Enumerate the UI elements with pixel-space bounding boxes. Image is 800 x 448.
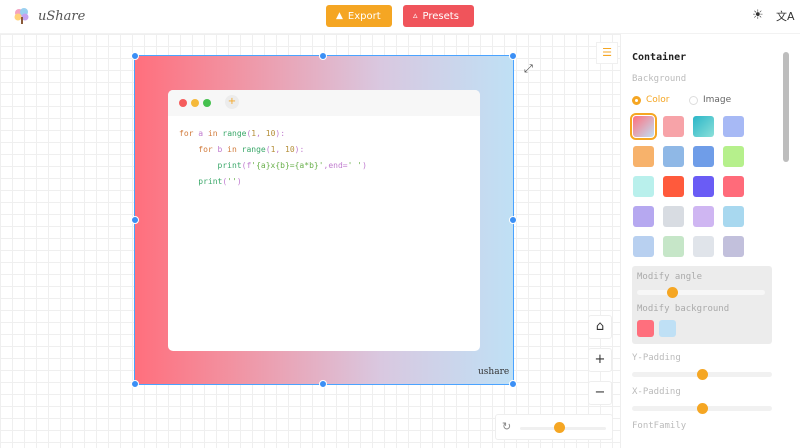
watermark-text: ushare [478,367,510,377]
radio-image-label: Image [703,95,732,105]
y-padding-label: Y-Padding [632,353,681,363]
angle-slider-knob[interactable] [666,287,678,298]
presets-button[interactable]: ▵ Presets [403,5,474,27]
color-swatch[interactable] [630,113,657,140]
y-padding-knob[interactable] [697,369,708,380]
export-label: Export [347,10,381,22]
radio-color[interactable]: Color [632,95,670,105]
color-swatch[interactable] [663,236,684,257]
top-bar: uShare ▲ Export ▵ Presets ☀ 文A [0,0,800,34]
color-swatch[interactable] [723,176,744,197]
zoom-slider-control[interactable]: ↻ [495,414,613,440]
color-swatch[interactable] [663,146,684,167]
color-swatch[interactable] [723,116,744,137]
font-family-label: FontFamily [632,421,687,431]
translate-icon[interactable]: 文A [776,8,795,24]
code-line: print(f'{a}x{b}={a*b}',end=' ') [217,161,367,170]
close-dot-icon [179,99,187,107]
resize-handle[interactable] [509,380,517,388]
color-swatch[interactable] [663,116,684,137]
zoom-slider-knob[interactable] [553,422,565,433]
maximize-dot-icon [203,99,211,107]
resize-handle[interactable] [319,52,327,60]
resize-handle[interactable] [131,380,139,388]
panel-toggle-icon[interactable]: ☰ [596,42,618,64]
modify-angle-label: Modify angle [637,272,703,282]
section-title: Container [632,52,687,63]
window-title-bar: + [168,90,480,116]
resize-handle[interactable] [131,216,139,224]
angle-slider-track[interactable] [637,290,765,295]
color-swatch[interactable] [633,146,654,167]
color-swatch[interactable] [723,236,744,257]
color-swatch[interactable] [693,236,714,257]
app-logo[interactable]: uShare [12,6,85,26]
color-swatch[interactable] [633,176,654,197]
modify-background-label: Modify background [637,304,730,314]
color-swatch[interactable] [693,176,714,197]
code-block[interactable]: for a in range(1, 10): for b in range(1,… [179,126,367,190]
radio-circle-icon [632,95,641,105]
radio-color-label: Color [646,95,670,105]
color-swatch[interactable] [723,146,744,167]
code-window[interactable]: + for a in range(1, 10): for b in range(… [168,90,480,351]
resize-handle[interactable] [509,216,517,224]
app-name: uShare [38,8,86,24]
theme-toggle-sun-icon[interactable]: ☀ [752,8,764,23]
presets-label: Presets [422,10,459,22]
tree-logo-icon [12,6,32,26]
resize-handle[interactable] [131,52,139,60]
color-swatch[interactable] [663,206,684,227]
zoom-in-icon[interactable]: + [588,348,612,372]
code-line: for a in range(1, 10): [179,129,286,138]
background-label: Background [632,74,687,84]
modify-panel: Modify angle Modify background [632,266,772,344]
radio-circle-icon [689,95,698,105]
sidebar-scrollbar[interactable] [783,52,789,162]
color-swatch[interactable] [633,206,654,227]
radio-image[interactable]: Image [689,95,731,105]
export-icon: ▲ [336,11,343,21]
resize-handle[interactable] [319,380,327,388]
x-padding-label: X-Padding [632,387,681,397]
zoom-out-icon[interactable]: − [588,381,612,405]
code-line: for b in range(1, 10): [198,145,305,154]
color-swatch[interactable] [723,206,744,227]
code-line: print('') [198,177,242,186]
color-swatch[interactable] [693,116,714,137]
add-tab-icon[interactable]: + [225,95,239,109]
export-button[interactable]: ▲ Export [326,5,392,27]
bg-color-1[interactable] [637,320,654,337]
color-swatch[interactable] [693,146,714,167]
fit-screen-icon[interactable]: ⤢ [524,62,533,76]
bg-color-2[interactable] [659,320,676,337]
reset-icon[interactable]: ↻ [502,420,511,433]
color-swatch[interactable] [663,176,684,197]
settings-sidebar: Container Background Color Image Modify … [620,34,800,448]
flask-icon: ▵ [413,11,418,21]
color-swatch[interactable] [633,236,654,257]
resize-handle[interactable] [509,52,517,60]
color-swatch[interactable] [693,206,714,227]
home-icon[interactable]: ⌂ [588,315,612,339]
minimize-dot-icon [191,99,199,107]
x-padding-knob[interactable] [697,403,708,414]
